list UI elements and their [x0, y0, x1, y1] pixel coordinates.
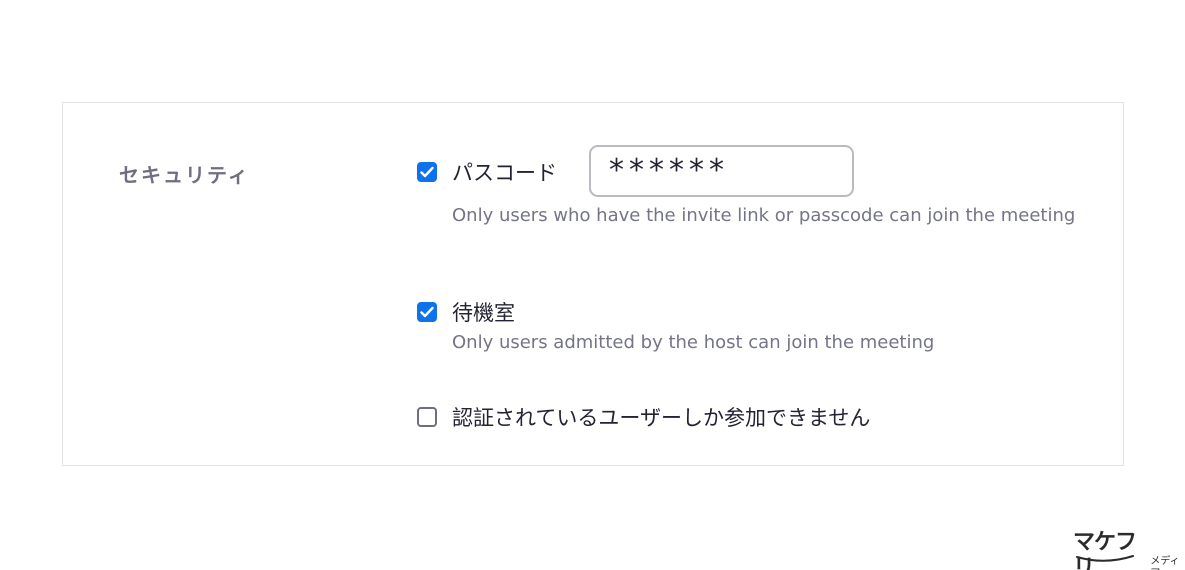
- waiting-room-option: 待機室 Only users admitted by the host can …: [417, 298, 934, 353]
- smile-swoosh-icon: [1076, 555, 1134, 562]
- checkmark-icon: [420, 306, 434, 318]
- brand-logo-text: マケフリ: [1073, 530, 1137, 570]
- page: セキュリティ パスコード Only users who have the inv…: [0, 0, 1185, 570]
- passcode-description: Only users who have the invite link or p…: [452, 205, 1076, 226]
- brand-logo: マケフリ メディア: [1073, 530, 1185, 570]
- section-label-security: セキュリティ: [119, 163, 250, 187]
- checkmark-icon: [420, 166, 434, 178]
- waiting-room-description: Only users admitted by the host can join…: [452, 332, 935, 353]
- waiting-room-checkbox[interactable]: [417, 302, 437, 322]
- security-settings-panel: セキュリティ パスコード Only users who have the inv…: [62, 102, 1124, 466]
- authenticated-users-checkbox[interactable]: [417, 407, 437, 427]
- passcode-label[interactable]: パスコード: [452, 157, 557, 187]
- brand-logo-subtext: メディア: [1150, 556, 1180, 570]
- authenticated-users-label[interactable]: 認証されているユーザーしか参加できません: [452, 402, 870, 432]
- waiting-room-label[interactable]: 待機室: [452, 297, 515, 327]
- authenticated-users-option: 認証されているユーザーしか参加できません: [417, 403, 870, 431]
- passcode-checkbox[interactable]: [417, 162, 437, 182]
- passcode-input[interactable]: ******: [589, 145, 854, 197]
